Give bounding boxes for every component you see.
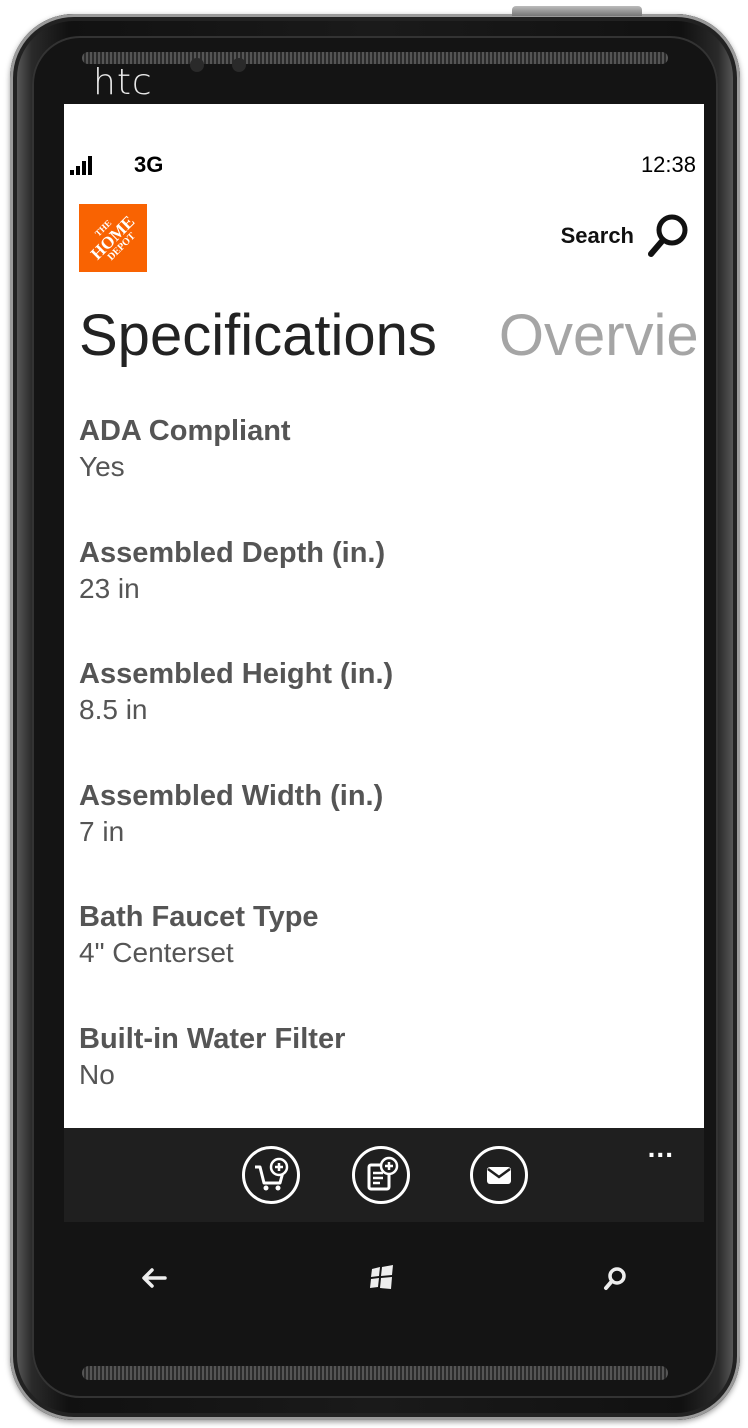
sensor-dot bbox=[190, 58, 204, 72]
back-button[interactable] bbox=[134, 1260, 174, 1296]
network-type: 3G bbox=[134, 152, 164, 177]
spec-item: ADA Compliant Yes bbox=[79, 414, 689, 536]
add-to-cart-icon bbox=[255, 1157, 289, 1191]
spec-name: ADA Compliant bbox=[79, 415, 291, 447]
spec-value: 4" Centerset bbox=[79, 937, 234, 968]
spec-name: Bath Faucet Type bbox=[79, 901, 319, 933]
spec-value: 23 in bbox=[79, 572, 140, 604]
clock: 12:38 bbox=[640, 152, 696, 177]
pivot-item-overview[interactable]: Overvie bbox=[499, 303, 699, 368]
app-bar: ... bbox=[64, 1128, 704, 1222]
home-depot-logo[interactable]: THE HOME DEPOT bbox=[79, 204, 147, 272]
spec-item: Assembled Depth (in.) 23 in bbox=[79, 536, 689, 658]
pivot-item-specifications[interactable]: Specifications bbox=[79, 303, 437, 368]
add-to-cart-button[interactable] bbox=[242, 1146, 300, 1204]
spec-value: 8.5 in bbox=[79, 694, 148, 725]
spec-value: 7 in bbox=[79, 815, 125, 847]
email-icon bbox=[487, 1167, 511, 1184]
speaker-grille-bottom bbox=[82, 1366, 668, 1380]
search-label: Search bbox=[560, 223, 634, 248]
spec-value: No bbox=[79, 1058, 115, 1090]
spec-item: Built-in Water Filter No bbox=[79, 1022, 689, 1144]
device-brand: htc bbox=[93, 62, 153, 103]
signal-strength-icon bbox=[70, 156, 92, 175]
hardware-search-button[interactable] bbox=[596, 1260, 636, 1296]
search-icon bbox=[604, 1267, 626, 1290]
add-to-list-button[interactable] bbox=[352, 1146, 410, 1204]
add-to-list-icon bbox=[367, 1156, 399, 1191]
back-icon bbox=[142, 1268, 167, 1288]
speaker-grille-top bbox=[82, 52, 668, 64]
spec-item: Assembled Height (in.) 8.5 in bbox=[79, 657, 689, 779]
spec-name: Assembled Width (in.) bbox=[79, 779, 384, 812]
email-button[interactable] bbox=[470, 1146, 528, 1204]
specifications-list: ADA Compliant Yes Assembled Depth (in.) … bbox=[79, 414, 689, 1143]
search-icon bbox=[648, 214, 688, 257]
spec-item: Bath Faucet Type 4" Centerset bbox=[79, 900, 689, 1022]
spec-name: Assembled Height (in.) bbox=[79, 658, 394, 690]
spec-value: Yes bbox=[79, 451, 125, 482]
spec-name: Assembled Depth (in.) bbox=[79, 536, 386, 569]
spec-name: Built-in Water Filter bbox=[79, 1022, 346, 1055]
power-button bbox=[512, 6, 642, 16]
search-button[interactable]: Search bbox=[561, 212, 690, 260]
status-bar: 3G 12:38 bbox=[64, 144, 704, 184]
spec-item: Assembled Width (in.) 7 in bbox=[79, 779, 689, 901]
start-button[interactable] bbox=[362, 1260, 402, 1296]
windows-start-icon bbox=[370, 1265, 393, 1289]
pivot-header: Specifications Overvie bbox=[79, 302, 699, 369]
more-options-button[interactable]: ... bbox=[648, 1132, 674, 1164]
front-camera bbox=[232, 58, 246, 72]
screen: 3G 12:38 THE HOME DEPOT Search Specifica… bbox=[64, 104, 704, 1222]
